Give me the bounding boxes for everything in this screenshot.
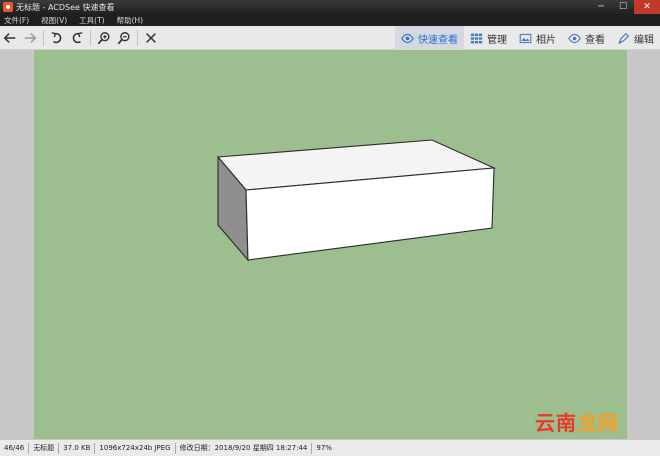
tab-view[interactable]: 查看 bbox=[562, 26, 611, 50]
photo-icon bbox=[519, 33, 532, 43]
acdsee-app-icon bbox=[3, 2, 13, 12]
menu-help[interactable]: 帮助(H) bbox=[117, 15, 144, 26]
close-icon bbox=[146, 32, 156, 43]
toolbar-separator bbox=[43, 29, 44, 46]
status-bar: 46/46 无标题 37.0 KB 1096x724x24b JPEG 修改日期… bbox=[0, 439, 660, 456]
watermark-text-b: 龙网 bbox=[577, 411, 619, 435]
status-zoom: 97% bbox=[316, 443, 332, 452]
watermark-text-a: 云南 bbox=[535, 411, 577, 435]
toolbar-separator bbox=[137, 29, 138, 46]
forward-button[interactable] bbox=[20, 27, 40, 49]
zoom-in-icon bbox=[97, 31, 110, 44]
toolbar: 快速查看 管理 相片 查看 编辑 bbox=[0, 26, 660, 50]
menu-tools[interactable]: 工具(T) bbox=[79, 15, 104, 26]
edit-icon bbox=[618, 32, 630, 44]
tab-label: 相片 bbox=[536, 34, 556, 46]
zoom-out-button[interactable] bbox=[114, 27, 134, 49]
status-filesize: 37.0 KB bbox=[59, 442, 96, 454]
eye-icon bbox=[401, 33, 414, 43]
forward-icon bbox=[24, 32, 37, 43]
tab-quick-view[interactable]: 快速查看 bbox=[395, 26, 464, 50]
back-icon bbox=[3, 32, 16, 43]
menu-file[interactable]: 文件(F) bbox=[4, 15, 29, 26]
rotate-left-icon bbox=[51, 31, 62, 43]
rotate-left-button[interactable] bbox=[47, 27, 67, 49]
menu-bar: 文件(F) 视图(V) 工具(T) 帮助(H) bbox=[0, 14, 660, 26]
tab-manage[interactable]: 管理 bbox=[464, 26, 513, 50]
close-image-button[interactable] bbox=[141, 27, 161, 49]
tab-edit[interactable]: 编辑 bbox=[611, 26, 660, 50]
zoom-out-icon bbox=[117, 31, 130, 44]
window-controls: ─ ☐ ✕ bbox=[590, 0, 660, 14]
status-filename: 无标题 bbox=[29, 442, 60, 454]
minimize-button[interactable]: ─ bbox=[590, 0, 612, 14]
status-index: 46/46 bbox=[0, 442, 30, 454]
tab-label: 查看 bbox=[585, 34, 605, 46]
rendered-3d-box-image bbox=[216, 139, 497, 262]
menu-view[interactable]: 视图(V) bbox=[41, 15, 67, 26]
mode-tabs: 快速查看 管理 相片 查看 编辑 bbox=[395, 26, 660, 50]
toolbar-separator bbox=[90, 29, 91, 46]
rotate-right-button[interactable] bbox=[67, 27, 87, 49]
image-viewer[interactable]: 云南龙网 bbox=[0, 50, 660, 439]
grid-icon bbox=[470, 33, 483, 43]
close-window-button[interactable]: ✕ bbox=[634, 0, 660, 14]
tab-label: 管理 bbox=[487, 34, 507, 46]
tab-photos[interactable]: 相片 bbox=[513, 26, 562, 50]
tab-label: 编辑 bbox=[634, 34, 654, 46]
title-bar: 无标题 - ACDSee 快速查看 ─ ☐ ✕ bbox=[0, 0, 660, 14]
zoom-in-button[interactable] bbox=[94, 27, 114, 49]
rotate-right-icon bbox=[72, 31, 83, 43]
maximize-button[interactable]: ☐ bbox=[612, 0, 634, 14]
window-title: 无标题 - ACDSee 快速查看 bbox=[16, 2, 115, 12]
image-canvas[interactable]: 云南龙网 bbox=[34, 50, 627, 439]
eye-icon bbox=[568, 33, 581, 43]
watermark-logo: 云南龙网 bbox=[535, 407, 619, 436]
status-dimensions: 1096x724x24b JPEG bbox=[95, 442, 176, 454]
status-modified-date: 修改日期：2018/9/20 星期四 18:27:44 bbox=[176, 442, 313, 454]
back-button[interactable] bbox=[0, 27, 20, 49]
tab-label: 快速查看 bbox=[418, 34, 458, 46]
